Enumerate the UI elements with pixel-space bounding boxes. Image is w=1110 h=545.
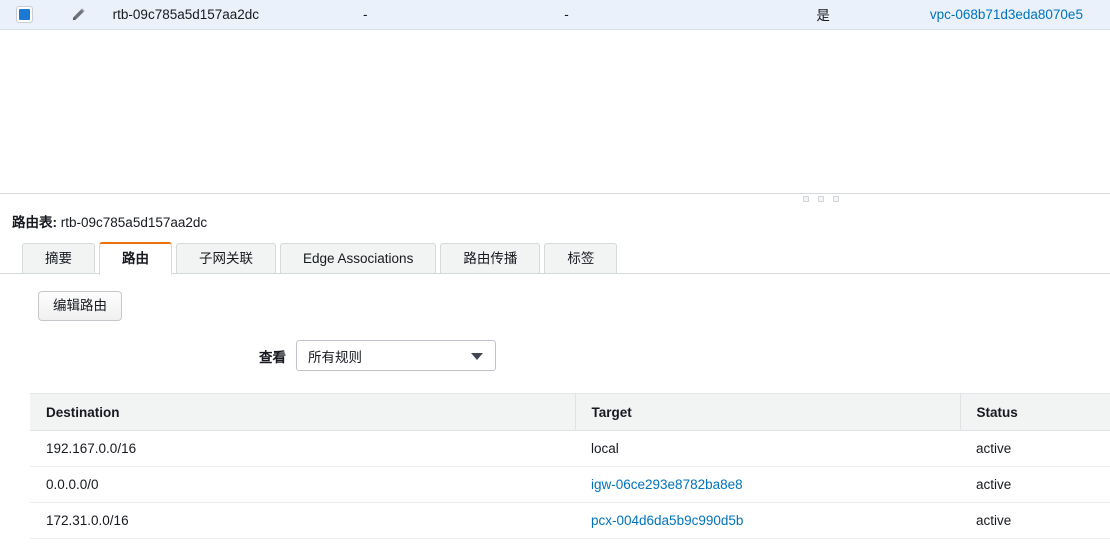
table-row[interactable]: 192.167.0.0/16 local active xyxy=(30,430,1110,467)
routes-table: Destination Target Status 192.167.0.0/16… xyxy=(30,393,1110,539)
header-target[interactable]: Target xyxy=(575,393,961,431)
grip-dot-1 xyxy=(803,195,809,202)
cell-col4: - xyxy=(564,6,569,22)
cell-destination: 0.0.0.0/0 xyxy=(30,466,575,503)
panel-grip-handle[interactable] xyxy=(803,195,839,202)
grip-dot-2 xyxy=(818,195,824,202)
header-destination[interactable]: Destination xyxy=(30,393,576,431)
empty-list-area xyxy=(0,29,1110,193)
cell-status: active xyxy=(960,502,1110,539)
detail-title-value: rtb-09c785a5d157aa2dc xyxy=(60,214,208,230)
tab-tags[interactable]: 标签 xyxy=(544,242,618,274)
cell-destination: 172.31.0.0/16 xyxy=(30,502,575,539)
tab-routes[interactable]: 路由 xyxy=(99,241,172,275)
checkbox-checked-fill xyxy=(18,8,30,20)
rules-filter-value: 所有规则 xyxy=(308,349,362,365)
edit-name-cell[interactable] xyxy=(48,0,108,29)
cell-status: active xyxy=(960,466,1110,503)
detail-panel-title: 路由表: rtb-09c785a5d157aa2dc xyxy=(0,194,1110,235)
cell-status: active xyxy=(960,430,1110,467)
grip-dot-3 xyxy=(833,195,839,202)
pencil-icon[interactable] xyxy=(71,7,86,22)
routes-table-header-row: Destination Target Status xyxy=(30,393,1110,431)
chevron-down-icon[interactable] xyxy=(471,352,483,360)
rules-filter-select[interactable]: 所有规则 xyxy=(296,340,496,371)
routes-filter-row: 查看 所有规则 xyxy=(0,340,1110,371)
table-row[interactable]: 172.31.0.0/16 pcx-004d6da5b9c990d5b acti… xyxy=(30,502,1110,539)
tab-subnet-associations[interactable]: 子网关联 xyxy=(176,242,276,274)
cell-target: igw-06ce293e8782ba8e8 xyxy=(575,466,960,503)
cell-destination: 192.167.0.0/16 xyxy=(30,430,575,467)
cell-route-table-id: rtb-09c785a5d157aa2dc xyxy=(112,6,260,22)
filter-label: 查看 xyxy=(259,349,286,365)
edit-routes-button[interactable]: 编辑路由 xyxy=(38,290,122,321)
target-link-pcx[interactable]: pcx-004d6da5b9c990d5b xyxy=(591,513,743,528)
detail-tabs: 摘要 路由 子网关联 Edge Associations 路由传播 标签 xyxy=(22,241,1110,275)
resource-list-table: rtb-09c785a5d157aa2dc - - 是 vpc-068b71d3… xyxy=(0,0,1110,30)
cell-vpc: vpc-068b71d3eda8070e5 xyxy=(919,0,1110,29)
target-link-igw[interactable]: igw-06ce293e8782ba8e8 xyxy=(591,477,743,492)
table-row[interactable]: 0.0.0.0/0 igw-06ce293e8782ba8e8 active xyxy=(30,466,1110,503)
row-checkbox[interactable] xyxy=(15,5,33,23)
tab-summary[interactable]: 摘要 xyxy=(22,242,95,274)
cell-target: pcx-004d6da5b9c990d5b xyxy=(575,502,960,539)
detail-title-label: 路由表: xyxy=(12,214,57,230)
cell-target: local xyxy=(575,430,960,467)
cell-main-flag: 是 xyxy=(816,8,830,24)
header-status[interactable]: Status xyxy=(960,393,1110,431)
tab-route-propagation[interactable]: 路由传播 xyxy=(440,242,541,274)
table-row[interactable]: rtb-09c785a5d157aa2dc - - 是 vpc-068b71d3… xyxy=(0,0,1110,29)
panel-resize-divider[interactable] xyxy=(0,192,1110,202)
routes-tab-panel: 编辑路由 查看 所有规则 Destination Target Status 1… xyxy=(0,274,1110,539)
row-checkbox-cell[interactable] xyxy=(0,0,48,29)
vpc-link[interactable]: vpc-068b71d3eda8070e5 xyxy=(930,7,1083,22)
detail-tabs-bar: 摘要 路由 子网关联 Edge Associations 路由传播 标签 xyxy=(0,241,1110,275)
tab-edge-associations[interactable]: Edge Associations xyxy=(280,242,437,274)
cell-col3: - xyxy=(363,6,368,22)
